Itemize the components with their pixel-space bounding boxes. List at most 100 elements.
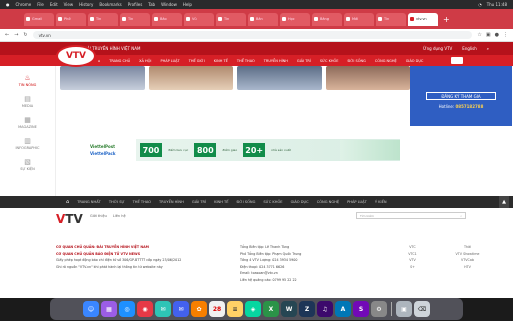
back-arrow-icon[interactable]: ←: [5, 32, 9, 38]
footer-nav-item[interactable]: THẾ THAO: [133, 200, 151, 204]
menu-item-history[interactable]: History: [79, 2, 93, 7]
zalo-icon[interactable]: Z: [299, 301, 315, 317]
footer-nav-item[interactable]: GIÁO DỤC: [291, 200, 309, 204]
tab-active[interactable]: vtv.vn: [408, 12, 438, 26]
search-icon[interactable]: ⌕: [460, 214, 462, 218]
register-button[interactable]: ĐĂNG KÝ THAM GIA: [426, 92, 496, 100]
nav-item[interactable]: THẾ GIỚI: [189, 59, 205, 63]
music-icon[interactable]: ♫: [317, 301, 333, 317]
sidebar-item-media[interactable]: ▤ MEDIA: [0, 95, 55, 108]
tab[interactable]: Bảng: [312, 12, 342, 26]
menu-item-bookmarks[interactable]: Bookmarks: [99, 2, 121, 7]
excel-icon[interactable]: X: [263, 301, 279, 317]
tab[interactable]: Học: [280, 12, 310, 26]
nav-item[interactable]: TRUYỀN HÌNH: [264, 59, 288, 63]
nav-item[interactable]: CÔNG NGHỆ: [375, 59, 397, 63]
menu-item-window[interactable]: Window: [161, 2, 177, 7]
menu-item-file[interactable]: File: [37, 2, 44, 7]
search-icon[interactable]: ⌕: [487, 46, 489, 51]
nav-item[interactable]: KINH TẾ: [214, 59, 228, 63]
hero-image[interactable]: [237, 66, 322, 90]
tab[interactable]: Tin: [216, 12, 246, 26]
ad-banner-row[interactable]: ViettelPost ViettelPack 700 điểm bưu cục…: [90, 135, 400, 165]
footer-link[interactable]: Giới thiệu: [90, 214, 107, 218]
settings-icon[interactable]: ⚙: [371, 301, 387, 317]
sidebar-item-su-kien[interactable]: ▧ SỰ KIỆN: [0, 158, 55, 171]
footer-search-input[interactable]: Tìm kiếm ⌕: [356, 212, 466, 219]
footer-nav-item[interactable]: THỜI SỰ: [109, 200, 125, 204]
notes-icon[interactable]: ≡: [227, 301, 243, 317]
more-menu-icon[interactable]: ⋮: [503, 32, 508, 38]
sidebar-item-infographic[interactable]: ▥ INFOGRAPHIC: [0, 137, 55, 150]
finder-icon[interactable]: ☺: [83, 301, 99, 317]
hamburger-menu-icon[interactable]: [451, 57, 463, 64]
scroll-top-icon[interactable]: ▲: [499, 196, 509, 208]
tab[interactable]: Vũ: [184, 12, 214, 26]
nav-item[interactable]: GIÁO DỤC: [406, 59, 424, 63]
ad-banner[interactable]: 700 điểm bưu cục 800 điểm giao 20+ nhà s…: [136, 139, 400, 161]
messages-icon[interactable]: ✉: [155, 301, 171, 317]
forward-arrow-icon[interactable]: →: [14, 32, 18, 38]
skype-icon[interactable]: S: [353, 301, 369, 317]
tab[interactable]: Gmail: [24, 12, 54, 26]
menu-item-help[interactable]: Help: [183, 2, 192, 7]
appstore-icon[interactable]: A: [335, 301, 351, 317]
menu-app-name[interactable]: Chrome: [16, 2, 32, 7]
nav-item[interactable]: TRANG CHỦ: [109, 59, 130, 63]
menu-item-view[interactable]: View: [64, 2, 74, 7]
hero-image[interactable]: [325, 66, 410, 90]
menu-item-edit[interactable]: Edit: [50, 2, 58, 7]
safari-icon[interactable]: ◎: [119, 301, 135, 317]
footer-nav-item[interactable]: TRUYỀN HÌNH: [159, 200, 184, 204]
launchpad-icon[interactable]: ▦: [101, 301, 117, 317]
maps-icon[interactable]: ◈: [245, 301, 261, 317]
footer-link[interactable]: Liên hệ: [113, 214, 126, 218]
wifi-icon[interactable]: ◔: [478, 2, 482, 7]
photos-icon[interactable]: ✿: [191, 301, 207, 317]
home-icon[interactable]: ⌂: [98, 59, 100, 63]
chrome-icon[interactable]: ◉: [137, 301, 153, 317]
footer-nav-item[interactable]: ĐỜI SỐNG: [237, 200, 256, 204]
nav-item[interactable]: GIẢI TRÍ: [297, 59, 311, 63]
app-link[interactable]: Ứng dụng VTV: [423, 46, 452, 51]
channel-link[interactable]: S+: [390, 264, 435, 271]
language-link[interactable]: English: [462, 46, 476, 51]
tab[interactable]: Tin: [120, 12, 150, 26]
hero-image[interactable]: [60, 66, 145, 90]
tab[interactable]: Mới: [344, 12, 374, 26]
footer-nav-item[interactable]: SỨC KHỎE: [263, 200, 282, 204]
nav-item[interactable]: THỂ THAO: [237, 59, 255, 63]
sidebar-item-magazine[interactable]: ▦ MAGAZINE: [0, 116, 55, 129]
footer-nav-item[interactable]: GIẢI TRÍ: [192, 200, 206, 204]
nav-item[interactable]: SỨC KHỎE: [320, 59, 339, 63]
tab[interactable]: Tin: [376, 12, 406, 26]
mail-icon[interactable]: ✉: [173, 301, 189, 317]
word-icon[interactable]: W: [281, 301, 297, 317]
trash-icon[interactable]: ⌫: [414, 301, 430, 317]
star-icon[interactable]: ☆: [477, 32, 481, 38]
footer-nav-item[interactable]: KINH TẾ: [214, 200, 228, 204]
tab[interactable]: Phở: [56, 12, 86, 26]
nav-item[interactable]: PHÁP LUẬT: [160, 59, 179, 63]
footer-logo[interactable]: VTV: [56, 212, 83, 226]
tab[interactable]: Bản: [248, 12, 278, 26]
tab[interactable]: Bảo: [152, 12, 182, 26]
nav-item[interactable]: ĐỜI SỐNG: [348, 59, 366, 63]
extensions-icon[interactable]: ▣: [486, 32, 491, 38]
footer-nav-item[interactable]: PHÁP LUẬT: [347, 200, 367, 204]
footer-nav-item[interactable]: Ý KIẾN: [375, 200, 387, 204]
channel-link[interactable]: HTV: [445, 264, 490, 271]
apple-icon[interactable]: ●: [6, 2, 10, 7]
new-tab-plus-icon[interactable]: +: [443, 15, 450, 24]
menu-item-tab[interactable]: Tab: [148, 2, 155, 7]
profile-icon[interactable]: ●: [495, 32, 499, 38]
sidebar-item-tin-nong[interactable]: ♨ TIN NÓNG: [0, 74, 55, 87]
reload-icon[interactable]: ↻: [23, 32, 27, 38]
menu-item-profiles[interactable]: Profiles: [128, 2, 143, 7]
home-icon[interactable]: ⌂: [66, 199, 69, 205]
nav-item[interactable]: XÃ HỘI: [139, 59, 151, 63]
clock-text[interactable]: Thu 11:48: [487, 2, 507, 7]
footer-nav-item[interactable]: TRANG NHẤT: [77, 200, 101, 204]
hero-image[interactable]: [148, 66, 233, 90]
tab[interactable]: Tin: [88, 12, 118, 26]
